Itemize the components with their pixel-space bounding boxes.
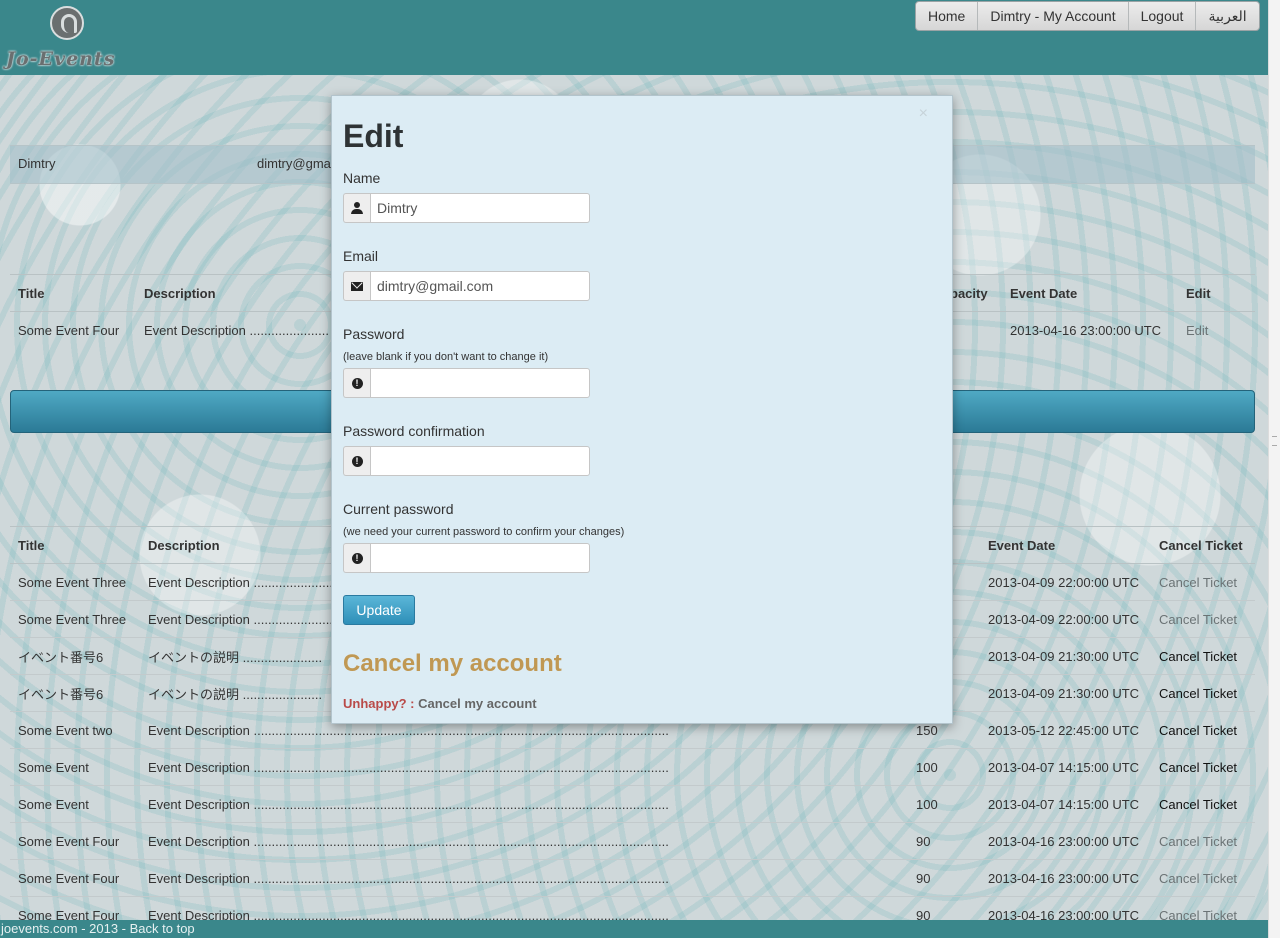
password-input-group: !	[343, 368, 590, 398]
cell-title: Some Event Four	[10, 311, 136, 348]
cancel-ticket-link[interactable]: Cancel Ticket	[1151, 748, 1255, 786]
logo-text: Jo-Events	[6, 48, 116, 70]
cell-description: Event Description ......................…	[140, 822, 908, 860]
email-label: Email	[343, 248, 379, 264]
email-field[interactable]	[370, 271, 590, 301]
cell-description: Event Description ......................…	[140, 785, 908, 823]
user-icon	[343, 193, 370, 223]
cancel-ticket-link[interactable]: Cancel Ticket	[1151, 637, 1255, 675]
cell-date: 2013-04-07 14:15:00 UTC	[980, 748, 1151, 786]
footer[interactable]: joevents.com - 2013 - Back to top	[0, 920, 1269, 938]
cell-date: 2013-04-09 21:30:00 UTC	[980, 674, 1151, 712]
cell-date: 2013-05-12 22:45:00 UTC	[980, 711, 1151, 749]
edit-account-modal: × Edit Name Email Password (leave blank …	[331, 95, 953, 724]
table-row: Some Event Four Event Description .......…	[10, 822, 1255, 860]
name-label: Name	[343, 170, 381, 186]
col-cancel-ticket: Cancel Ticket	[1151, 526, 1255, 564]
user-name: Dimtry	[18, 156, 56, 171]
cancel-ticket-link[interactable]: Cancel Ticket	[1151, 563, 1255, 601]
logo[interactable]: Jo-Events	[6, 4, 118, 70]
table-row: Some Event Event Description ............…	[10, 785, 1255, 823]
cell-date: 2013-04-16 23:00:00 UTC	[1002, 311, 1178, 348]
cell-title: Some Event Four	[10, 859, 140, 897]
nav-home[interactable]: Home	[916, 2, 977, 30]
col-event-date: Event Date	[1002, 274, 1178, 312]
cell-capacity: 90	[908, 822, 980, 860]
col-title: Title	[10, 274, 136, 312]
password-label: Password	[343, 326, 405, 342]
unhappy-label: Unhappy? :	[343, 696, 415, 711]
nav-logout[interactable]: Logout	[1127, 2, 1196, 30]
cancel-ticket-link[interactable]: Cancel Ticket	[1151, 711, 1255, 749]
cell-capacity: 100	[908, 748, 980, 786]
email-input-group	[343, 271, 590, 301]
cell-capacity: 100	[908, 785, 980, 823]
password-hint: (leave blank if you don't want to change…	[343, 351, 549, 363]
name-input-group	[343, 193, 590, 223]
top-nav: Home Dimtry - My Account Logout العربية	[915, 1, 1260, 31]
cell-date: 2013-04-09 22:00:00 UTC	[980, 600, 1151, 638]
top-bar: Jo-Events Home Dimtry - My Account Logou…	[0, 0, 1268, 75]
col-event-date: Event Date	[980, 526, 1151, 564]
col-title: Title	[10, 526, 140, 564]
cell-title: Some Event Three	[10, 600, 140, 638]
cancel-account-line: Unhappy? : Cancel my account	[343, 696, 537, 711]
col-edit: Edit	[1178, 274, 1255, 312]
logo-icon	[50, 6, 84, 40]
password-field[interactable]	[370, 368, 590, 398]
cell-date: 2013-04-16 23:00:00 UTC	[980, 859, 1151, 897]
cell-title: Some Event two	[10, 711, 140, 749]
name-field[interactable]	[370, 193, 590, 223]
password-confirmation-input-group: !	[343, 446, 590, 476]
cell-title: イベント番号6	[10, 637, 140, 675]
exclamation-icon: !	[343, 446, 370, 476]
cancel-ticket-link[interactable]: Cancel Ticket	[1151, 859, 1255, 897]
exclamation-icon: !	[343, 368, 370, 398]
cancel-account-heading: Cancel my account	[343, 650, 562, 677]
cell-capacity: 90	[908, 859, 980, 897]
envelope-icon	[343, 271, 370, 301]
cell-title: Some Event	[10, 748, 140, 786]
table-row: Some Event Event Description ............…	[10, 748, 1255, 786]
cell-title: Some Event Three	[10, 563, 140, 601]
cell-date: 2013-04-16 23:00:00 UTC	[980, 822, 1151, 860]
cancel-ticket-link[interactable]: Cancel Ticket	[1151, 822, 1255, 860]
cancel-ticket-link[interactable]: Cancel Ticket	[1151, 600, 1255, 638]
cancel-account-link[interactable]: Cancel my account	[418, 696, 537, 711]
current-password-input-group: !	[343, 543, 590, 573]
user-email: dimtry@gmai	[257, 156, 334, 171]
modal-title: Edit	[343, 118, 404, 154]
cancel-ticket-link[interactable]: Cancel Ticket	[1151, 785, 1255, 823]
cell-date: 2013-04-07 14:15:00 UTC	[980, 785, 1151, 823]
nav-language-arabic[interactable]: العربية	[1195, 2, 1258, 30]
current-password-label: Current password	[343, 501, 454, 517]
cell-title: Some Event	[10, 785, 140, 823]
cancel-ticket-link[interactable]: Cancel Ticket	[1151, 674, 1255, 712]
cell-description: Event Description ......................…	[140, 748, 908, 786]
cell-title: Some Event Four	[10, 822, 140, 860]
current-password-hint: (we need your current password to confir…	[343, 526, 625, 538]
cell-date: 2013-04-09 22:00:00 UTC	[980, 563, 1151, 601]
scrollbar-grip[interactable]	[1272, 436, 1277, 446]
close-icon[interactable]: ×	[919, 105, 928, 123]
nav-my-account[interactable]: Dimtry - My Account	[977, 2, 1127, 30]
table-row: Some Event Four Event Description .......…	[10, 859, 1255, 897]
password-confirmation-label: Password confirmation	[343, 423, 485, 439]
cell-title: イベント番号6	[10, 674, 140, 712]
cell-description: Event Description ......................…	[140, 859, 908, 897]
exclamation-icon: !	[343, 543, 370, 573]
edit-link[interactable]: Edit	[1178, 311, 1255, 348]
cell-date: 2013-04-09 21:30:00 UTC	[980, 637, 1151, 675]
password-confirmation-field[interactable]	[370, 446, 590, 476]
current-password-field[interactable]	[370, 543, 590, 573]
page-scrollbar[interactable]	[1268, 0, 1280, 938]
update-button[interactable]: Update	[343, 595, 415, 625]
